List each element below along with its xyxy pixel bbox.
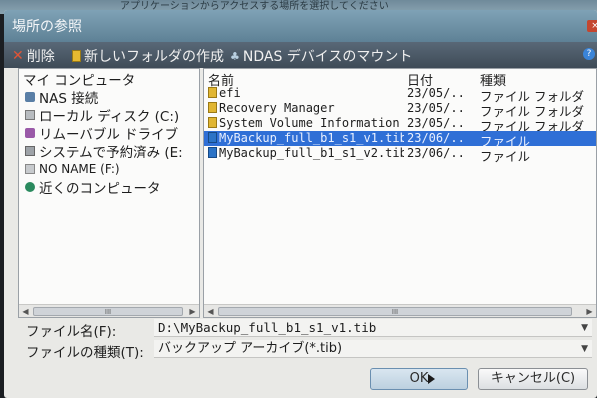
file-name-label: ファイル名(F): xyxy=(26,324,117,340)
cancel-button[interactable]: キャンセル(C) xyxy=(478,368,588,390)
file-name: efi xyxy=(219,86,241,100)
dropdown-arrow-icon[interactable]: ▼ xyxy=(581,340,588,358)
nas-device-icon: ♣ xyxy=(230,49,240,63)
tree-horizontal-scrollbar[interactable]: ◀ III ▶ xyxy=(19,304,199,317)
file-date: 23/05/... xyxy=(407,101,467,115)
toolbar: ✕ 削除 新しいフォルダの作成 ♣ NDAS デバイスのマウント ? xyxy=(4,42,597,68)
help-icon[interactable]: ? xyxy=(583,48,595,60)
tree-item-label: リムーバブル ドライブ xyxy=(39,126,179,143)
tib-file-icon xyxy=(208,132,217,143)
tree-root-label: マイ コンピュータ xyxy=(23,72,136,89)
file-name-combobox[interactable]: D:\MyBackup_full_b1_s1_v1.tib ▼ xyxy=(154,319,592,337)
column-header-name[interactable]: 名前 xyxy=(208,70,234,89)
scroll-right-icon[interactable]: ▶ xyxy=(187,306,198,317)
local-disk-icon xyxy=(25,109,35,120)
tree-item-label: NO NAME (F:) xyxy=(39,161,120,176)
dropdown-arrow-icon[interactable]: ▼ xyxy=(581,319,588,337)
file-type-value: バックアップ アーカイブ(*.tib) xyxy=(158,341,343,356)
tree-item-nas[interactable]: NAS 接続 xyxy=(25,88,99,107)
location-tree-pane[interactable]: マイ コンピュータ NAS 接続 ローカル ディスク (C:) リムーバブル ド… xyxy=(18,68,200,318)
delete-icon: ✕ xyxy=(12,48,24,64)
file-row[interactable]: Recovery Manager 23/05/... ファイル フォルダ xyxy=(204,101,596,119)
file-name: MyBackup_full_b1_s1_v2.tib xyxy=(219,146,404,160)
scrollbar-thumb[interactable]: III xyxy=(218,307,572,316)
file-row[interactable]: MyBackup_full_b1_s1_v2.tib 23/06/... ファイ… xyxy=(204,146,596,164)
cancel-button-label: キャンセル(C) xyxy=(490,371,576,386)
tree-item-nearby-computers[interactable]: 近くのコンピュータ xyxy=(25,178,161,197)
file-type-label: ファイルの種類(T): xyxy=(26,345,144,361)
tree-item-system-reserved-e[interactable]: システムで予約済み (E: xyxy=(25,142,183,161)
file-date: 23/06/... xyxy=(407,146,467,160)
browse-location-dialog: 場所の参照 × ✕ 削除 新しいフォルダの作成 ♣ NDAS デバイスのマウント… xyxy=(4,10,597,398)
drive-icon xyxy=(25,163,35,174)
file-row-selected[interactable]: MyBackup_full_b1_s1_v1.tib 23/06/... ファイ… xyxy=(204,131,596,149)
new-folder-icon xyxy=(72,50,81,62)
close-button[interactable]: × xyxy=(587,20,597,32)
tree-item-label: NAS 接続 xyxy=(39,90,99,107)
column-header-type[interactable]: 種類 xyxy=(480,70,506,89)
ok-button-label: OK xyxy=(409,371,429,386)
mouse-cursor-icon xyxy=(428,374,435,384)
scroll-left-icon[interactable]: ◀ xyxy=(20,306,31,317)
file-list-pane[interactable]: 名前 日付 種類 efi 23/05/... ファイル フォルダ Recover… xyxy=(203,68,597,318)
delete-label: 削除 xyxy=(26,49,55,65)
tree-item-removable-drive[interactable]: リムーバブル ドライブ xyxy=(25,124,179,143)
file-list-horizontal-scrollbar[interactable]: ◀ III ▶ xyxy=(204,304,596,317)
file-name: Recovery Manager xyxy=(219,101,335,115)
ok-button[interactable]: OK xyxy=(370,368,468,390)
mount-nas-device-button[interactable]: ♣ NDAS デバイスのマウント xyxy=(230,46,412,66)
system-drive-icon xyxy=(25,145,35,156)
file-date: 23/05/... xyxy=(407,86,467,100)
scroll-left-icon[interactable]: ◀ xyxy=(205,306,216,317)
new-folder-label: 新しいフォルダの作成 xyxy=(84,49,224,65)
tree-item-local-disk-c[interactable]: ローカル ディスク (C:) xyxy=(25,106,180,125)
nas-icon xyxy=(25,91,35,102)
file-type: ファイル xyxy=(480,149,531,164)
delete-button[interactable]: ✕ 削除 xyxy=(12,46,55,66)
file-date: 23/06/... xyxy=(407,131,467,145)
network-icon xyxy=(25,181,35,192)
folder-icon xyxy=(208,87,217,98)
folder-icon xyxy=(208,102,217,113)
tree-root-my-computer[interactable]: マイ コンピュータ xyxy=(23,70,136,89)
file-name-value: D:\MyBackup_full_b1_s1_v1.tib xyxy=(158,320,377,335)
scroll-right-icon[interactable]: ▶ xyxy=(584,306,595,317)
column-header-date[interactable]: 日付 xyxy=(407,70,433,89)
folder-icon xyxy=(208,117,217,128)
file-date: 23/05/... xyxy=(407,116,467,130)
file-row[interactable]: System Volume Information 23/05/... ファイル… xyxy=(204,116,596,134)
dialog-title: 場所の参照 xyxy=(12,19,82,35)
tree-item-label: システムで予約済み (E: xyxy=(39,144,183,161)
file-type-combobox[interactable]: バックアップ アーカイブ(*.tib) ▼ xyxy=(154,340,592,358)
tree-item-label: ローカル ディスク (C:) xyxy=(39,108,180,125)
dialog-titlebar: 場所の参照 × xyxy=(4,10,597,42)
tree-item-label: 近くのコンピュータ xyxy=(39,180,161,197)
file-row[interactable]: efi 23/05/... ファイル フォルダ xyxy=(204,86,596,104)
tree-item-no-name-f[interactable]: NO NAME (F:) xyxy=(25,160,120,177)
new-folder-button[interactable]: 新しいフォルダの作成 xyxy=(72,46,224,66)
mount-nas-device-label: NDAS デバイスのマウント xyxy=(242,49,413,65)
file-name: System Volume Information xyxy=(219,116,400,130)
file-name: MyBackup_full_b1_s1_v1.tib xyxy=(219,131,404,145)
scrollbar-thumb[interactable]: III xyxy=(33,307,183,316)
usb-drive-icon xyxy=(25,127,35,138)
tib-file-icon xyxy=(208,147,217,158)
